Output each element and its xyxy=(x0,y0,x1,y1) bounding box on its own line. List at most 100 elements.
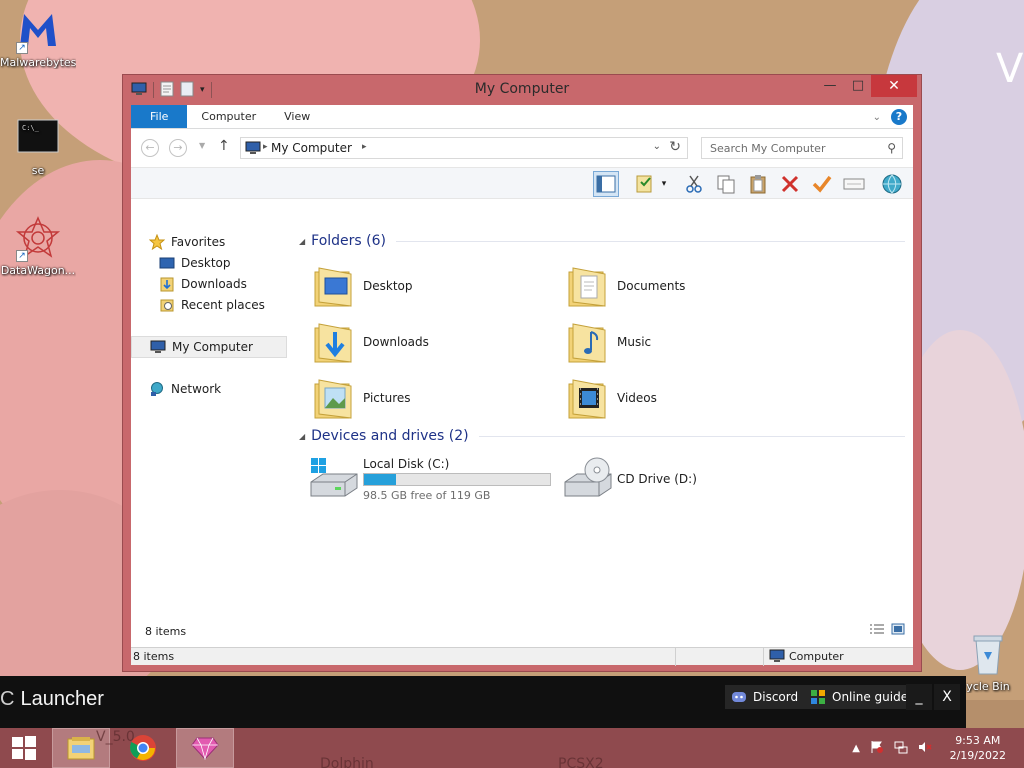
copy-icon[interactable] xyxy=(713,171,739,197)
help-button[interactable]: ? xyxy=(891,109,907,125)
group-header-devices[interactable]: ◢ Devices and drives (2) xyxy=(299,428,905,444)
close-button[interactable]: ✕ xyxy=(871,75,917,97)
maximize-button[interactable]: □ xyxy=(844,75,872,97)
online-guide-button[interactable]: Online guide xyxy=(804,685,915,709)
forward-button[interactable]: → xyxy=(169,139,187,157)
search-icon[interactable]: ⚲ xyxy=(887,141,896,155)
malwarebytes-icon: ↗ xyxy=(14,6,62,54)
minimize-button[interactable]: — xyxy=(816,75,844,97)
discord-button[interactable]: Discord xyxy=(725,685,805,709)
group-header-folders[interactable]: ◢ Folders (6) xyxy=(299,233,905,249)
desktop-icon xyxy=(159,255,175,271)
status-divider xyxy=(675,648,676,666)
folder-item-desktop[interactable]: Desktop xyxy=(311,261,551,311)
cut-icon[interactable] xyxy=(681,171,707,197)
videos-folder-icon xyxy=(565,374,613,422)
start-button[interactable] xyxy=(0,728,48,768)
address-bar[interactable]: ▸ My Computer ▸ ⌄ ↻ xyxy=(240,137,688,159)
console-icon: C:\_ xyxy=(14,114,62,162)
launcher-close-button[interactable]: X xyxy=(934,684,960,710)
guide-icon xyxy=(811,690,825,704)
properties-dropdown-icon[interactable]: ▾ xyxy=(657,171,671,197)
tab-view[interactable]: View xyxy=(270,105,324,128)
windows-logo-icon xyxy=(12,736,36,760)
desktop-icon-malwarebytes[interactable]: ↗ Malwarebytes xyxy=(0,6,76,69)
recent-locations-icon[interactable]: ▼ xyxy=(199,141,205,150)
downloads-folder-icon xyxy=(311,318,359,366)
nav-item-my-computer[interactable]: My Computer xyxy=(131,336,287,358)
group-divider xyxy=(396,240,905,242)
status-divider xyxy=(763,648,764,666)
drive-item-local-disk[interactable]: Local Disk (C:) 98.5 GB free of 119 GB xyxy=(309,456,551,502)
folder-item-music[interactable]: Music xyxy=(565,317,805,367)
nav-item-favorites[interactable]: Favorites xyxy=(149,231,305,253)
nav-item-recent-places[interactable]: Recent places xyxy=(159,294,315,316)
address-dropdown-icon[interactable]: ⌄ xyxy=(653,141,661,152)
taskbar: ▲ 9:53 AM 2/19/2022 xyxy=(0,728,1024,768)
taskbar-gem-app[interactable] xyxy=(176,728,234,768)
item-count: 8 items xyxy=(145,625,187,638)
folder-item-documents[interactable]: Documents xyxy=(565,261,805,311)
documents-folder-icon xyxy=(565,262,613,310)
rename-check-icon[interactable] xyxy=(809,171,835,197)
folder-item-pictures[interactable]: Pictures xyxy=(311,373,551,423)
properties-icon[interactable] xyxy=(633,171,659,197)
wallpaper-text: Dolphin xyxy=(320,756,374,768)
delete-icon[interactable] xyxy=(777,171,803,197)
title-bar[interactable]: ▾ My Computer — □ ✕ xyxy=(123,75,921,105)
nav-item-label: Desktop xyxy=(181,256,231,270)
preview-pane-button[interactable] xyxy=(593,171,619,197)
back-button[interactable]: ← xyxy=(141,139,159,157)
recycle-bin-icon xyxy=(964,630,1012,678)
disk-usage-bar xyxy=(363,472,551,486)
breadcrumb-chevron-icon[interactable]: ▸ xyxy=(263,142,268,152)
drive-item-cd[interactable]: CD Drive (D:) xyxy=(563,456,697,502)
computer-icon xyxy=(769,649,785,662)
collapse-group-icon[interactable]: ◢ xyxy=(299,237,305,246)
computer-icon xyxy=(150,339,166,355)
nav-item-label: My Computer xyxy=(172,340,253,354)
breadcrumb-my-computer[interactable]: My Computer xyxy=(271,141,352,155)
discord-icon xyxy=(732,692,746,702)
desktop-folder-icon xyxy=(311,262,359,310)
folder-item-videos[interactable]: Videos xyxy=(565,373,805,423)
details-view-icon[interactable] xyxy=(869,623,885,638)
launcher-title: C Launcher xyxy=(0,688,104,710)
group-divider xyxy=(478,435,905,437)
refresh-icon[interactable]: ↻ xyxy=(669,139,681,155)
wallpaper-text: V_5.0 xyxy=(96,729,135,745)
breadcrumb-chevron-icon[interactable]: ▸ xyxy=(362,142,367,152)
gem-icon xyxy=(191,737,219,760)
nav-item-label: Favorites xyxy=(171,235,226,249)
network-globe-icon[interactable] xyxy=(879,171,905,197)
wallpaper-text: PCSX2 xyxy=(558,756,604,768)
volume-muted-icon[interactable] xyxy=(918,740,932,757)
shortcut-arrow-icon: ↗ xyxy=(16,42,28,54)
desktop-icon-datawagon[interactable]: ↗ DataWagon... xyxy=(0,214,76,277)
paste-icon[interactable] xyxy=(745,171,771,197)
collapse-group-icon[interactable]: ◢ xyxy=(299,432,305,441)
nav-item-desktop[interactable]: Desktop xyxy=(159,252,315,274)
nav-item-downloads[interactable]: Downloads xyxy=(159,273,315,295)
expand-ribbon-icon[interactable]: ⌄ xyxy=(873,112,881,123)
tab-computer[interactable]: Computer xyxy=(187,105,270,128)
taskbar-clock[interactable]: 9:53 AM 2/19/2022 xyxy=(950,733,1006,763)
nav-item-network[interactable]: Network xyxy=(149,378,305,400)
large-icons-view-icon[interactable] xyxy=(891,623,905,638)
tab-file[interactable]: File xyxy=(131,105,188,128)
network-status-icon[interactable] xyxy=(894,740,908,757)
folder-item-downloads[interactable]: Downloads xyxy=(311,317,551,367)
search-box[interactable]: ⚲ xyxy=(701,137,903,159)
desktop-icon-se[interactable]: C:\_ se xyxy=(0,114,76,177)
action-center-flag-icon[interactable] xyxy=(870,740,884,757)
drive-label-icon[interactable] xyxy=(841,171,867,197)
pictures-folder-icon xyxy=(311,374,359,422)
launcher-minimize-button[interactable]: _ xyxy=(906,684,932,710)
navigation-bar: ← → ▼ ↑ ▸ My Computer ▸ ⌄ ↻ ⚲ xyxy=(131,129,913,167)
up-button[interactable]: ↑ xyxy=(218,138,230,154)
datawagon-icon: ↗ xyxy=(14,214,62,262)
search-input[interactable] xyxy=(702,138,872,158)
command-bar: ▾ xyxy=(131,167,913,199)
show-hidden-icons-icon[interactable]: ▲ xyxy=(852,743,860,754)
status-zone: Computer xyxy=(769,649,844,663)
